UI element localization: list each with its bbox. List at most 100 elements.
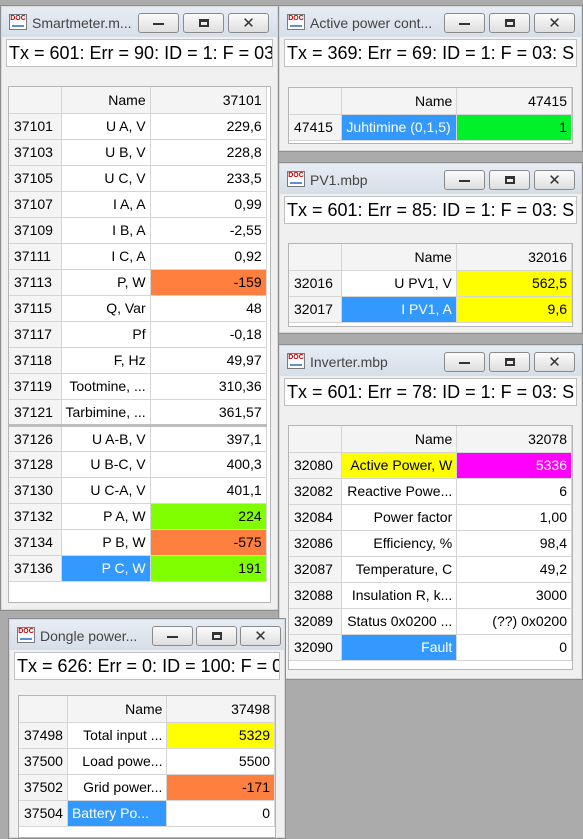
value-cell[interactable]: 6	[456, 478, 572, 505]
row-header[interactable]: 37111	[9, 243, 62, 270]
value-cell[interactable]: 224	[150, 503, 267, 530]
close-button[interactable]: ✕	[534, 13, 575, 33]
table-row[interactable]: 47415 Juhtimine (0,1,5) 1	[289, 114, 572, 141]
name-cell[interactable]: I C, A	[61, 243, 151, 270]
row-header[interactable]: 37500	[19, 748, 68, 775]
name-cell[interactable]: U C-A, V	[61, 477, 151, 504]
name-cell[interactable]: I A, A	[61, 191, 151, 218]
table-row[interactable]: 37101 U A, V 229,6	[9, 113, 267, 140]
row-header[interactable]: 37101	[9, 113, 62, 140]
value-cell[interactable]: 229,6	[150, 113, 267, 140]
table-row[interactable]: 32017 I PV1, A 9,6	[289, 296, 572, 323]
value-cell[interactable]: -159	[150, 269, 267, 296]
table-row[interactable]: 37126 U A-B, V 397,1	[9, 423, 267, 452]
name-cell[interactable]: Reactive Powe...	[341, 478, 458, 505]
row-header[interactable]: 32082	[289, 478, 343, 505]
value-cell[interactable]: 562,5	[456, 270, 572, 297]
name-cell[interactable]: Active Power, W	[341, 452, 458, 479]
value-cell[interactable]: 0,92	[150, 243, 267, 270]
table-row[interactable]: 32084 Power factor 1,00	[289, 504, 572, 531]
value-cell[interactable]: 401,1	[150, 477, 267, 504]
row-header[interactable]: 37105	[9, 165, 62, 192]
value-cell[interactable]: 1	[456, 114, 572, 141]
value-cell[interactable]: 361,57	[150, 399, 267, 426]
title-bar[interactable]: DOC Inverter.mbp ✕	[280, 346, 581, 376]
name-cell[interactable]: I PV1, A	[341, 296, 457, 323]
name-cell[interactable]: U PV1, V	[341, 270, 457, 297]
value-cell[interactable]: 0	[456, 634, 572, 661]
maximize-button[interactable]	[196, 626, 237, 646]
table-row[interactable]: 32082 Reactive Powe... 6	[289, 478, 572, 505]
name-cell[interactable]: U B-C, V	[61, 451, 151, 478]
name-cell[interactable]: Battery Po...	[67, 800, 168, 827]
row-header[interactable]: 37504	[19, 800, 68, 827]
row-header[interactable]: 32086	[289, 530, 343, 557]
table-row[interactable]: 37502 Grid power... -171	[19, 774, 275, 801]
register-grid[interactable]: Name 37101 37101 U A, V 229,6 37103 U B, V 228,…	[8, 86, 271, 603]
name-column-header[interactable]: Name	[61, 87, 151, 114]
name-cell[interactable]: Tarbimine, ...	[61, 399, 151, 426]
table-row[interactable]: 37103 U B, V 228,8	[9, 139, 267, 166]
row-header[interactable]: 32084	[289, 504, 343, 531]
value-column-header[interactable]: 37498	[166, 696, 275, 723]
row-header[interactable]: 37121	[9, 399, 62, 426]
maximize-button[interactable]	[489, 352, 530, 372]
row-header[interactable]: 32090	[289, 634, 343, 661]
name-cell[interactable]: Q, Var	[61, 295, 151, 322]
maximize-button[interactable]	[489, 13, 530, 33]
table-row[interactable]: 37504 Battery Po... 0	[19, 800, 275, 827]
table-row[interactable]: 37107 I A, A 0,99	[9, 191, 267, 218]
table-row[interactable]: 32089 Status 0x0200 ... (??) 0x0200	[289, 608, 572, 635]
value-cell[interactable]: 48	[150, 295, 267, 322]
register-grid[interactable]: Name 32078 32080 Active Power, W 5336 32082 Re…	[288, 425, 573, 670]
row-header[interactable]: 37113	[9, 269, 62, 296]
row-header[interactable]: 37502	[19, 774, 68, 801]
row-header[interactable]: 37126	[9, 423, 62, 452]
row-header[interactable]: 37498	[19, 722, 68, 749]
value-cell[interactable]: 5500	[166, 748, 275, 775]
row-header[interactable]: 32087	[289, 556, 343, 583]
register-grid[interactable]: Name 47415 47415 Juhtimine (0,1,5) 1	[288, 87, 573, 144]
value-cell[interactable]: 0	[166, 800, 275, 827]
value-cell[interactable]: 228,8	[150, 139, 267, 166]
table-row[interactable]: 32087 Temperature, C 49,2	[289, 556, 572, 583]
value-cell[interactable]: 49,97	[150, 347, 267, 374]
row-header[interactable]: 37130	[9, 477, 62, 504]
row-header[interactable]: 32080	[289, 452, 343, 479]
table-row[interactable]: 37115 Q, Var 48	[9, 295, 267, 322]
table-row[interactable]: 37136 P C, W 191	[9, 555, 267, 582]
name-cell[interactable]: Tootmine, ...	[61, 373, 151, 400]
name-column-header[interactable]: Name	[341, 88, 458, 115]
table-row[interactable]: 37130 U C-A, V 401,1	[9, 477, 267, 504]
value-cell[interactable]: 397,1	[150, 423, 267, 452]
value-cell[interactable]: 9,6	[456, 296, 572, 323]
maximize-button[interactable]	[183, 13, 224, 33]
table-row[interactable]: 37119 Tootmine, ... 310,36	[9, 373, 267, 400]
row-header[interactable]: 32016	[289, 270, 343, 297]
name-cell[interactable]: P C, W	[61, 555, 151, 582]
name-cell[interactable]: I B, A	[61, 217, 151, 244]
minimize-button[interactable]	[444, 170, 485, 190]
value-cell[interactable]: 0,99	[150, 191, 267, 218]
value-column-header[interactable]: 47415	[456, 88, 572, 115]
row-header[interactable]: 37128	[9, 451, 62, 478]
corner-cell[interactable]	[9, 87, 62, 114]
minimize-button[interactable]	[444, 13, 485, 33]
row-header[interactable]: 37119	[9, 373, 62, 400]
row-header[interactable]: 47415	[289, 114, 343, 141]
value-cell[interactable]: 5329	[166, 722, 275, 749]
name-cell[interactable]: Fault	[341, 634, 458, 661]
table-row[interactable]: 37128 U B-C, V 400,3	[9, 451, 267, 478]
name-cell[interactable]: F, Hz	[61, 347, 151, 374]
value-cell[interactable]: -171	[166, 774, 275, 801]
name-column-header[interactable]: Name	[341, 426, 458, 453]
name-cell[interactable]: Power factor	[341, 504, 458, 531]
name-cell[interactable]: P A, W	[61, 503, 151, 530]
close-button[interactable]: ✕	[228, 13, 269, 33]
value-column-header[interactable]: 37101	[150, 87, 267, 114]
value-column-header[interactable]: 32016	[456, 244, 572, 271]
title-bar[interactable]: DOC PV1.mbp ✕	[280, 164, 581, 194]
row-header[interactable]: 37136	[9, 555, 62, 582]
table-row[interactable]: 32090 Fault 0	[289, 634, 572, 661]
row-header[interactable]: 32017	[289, 296, 343, 323]
